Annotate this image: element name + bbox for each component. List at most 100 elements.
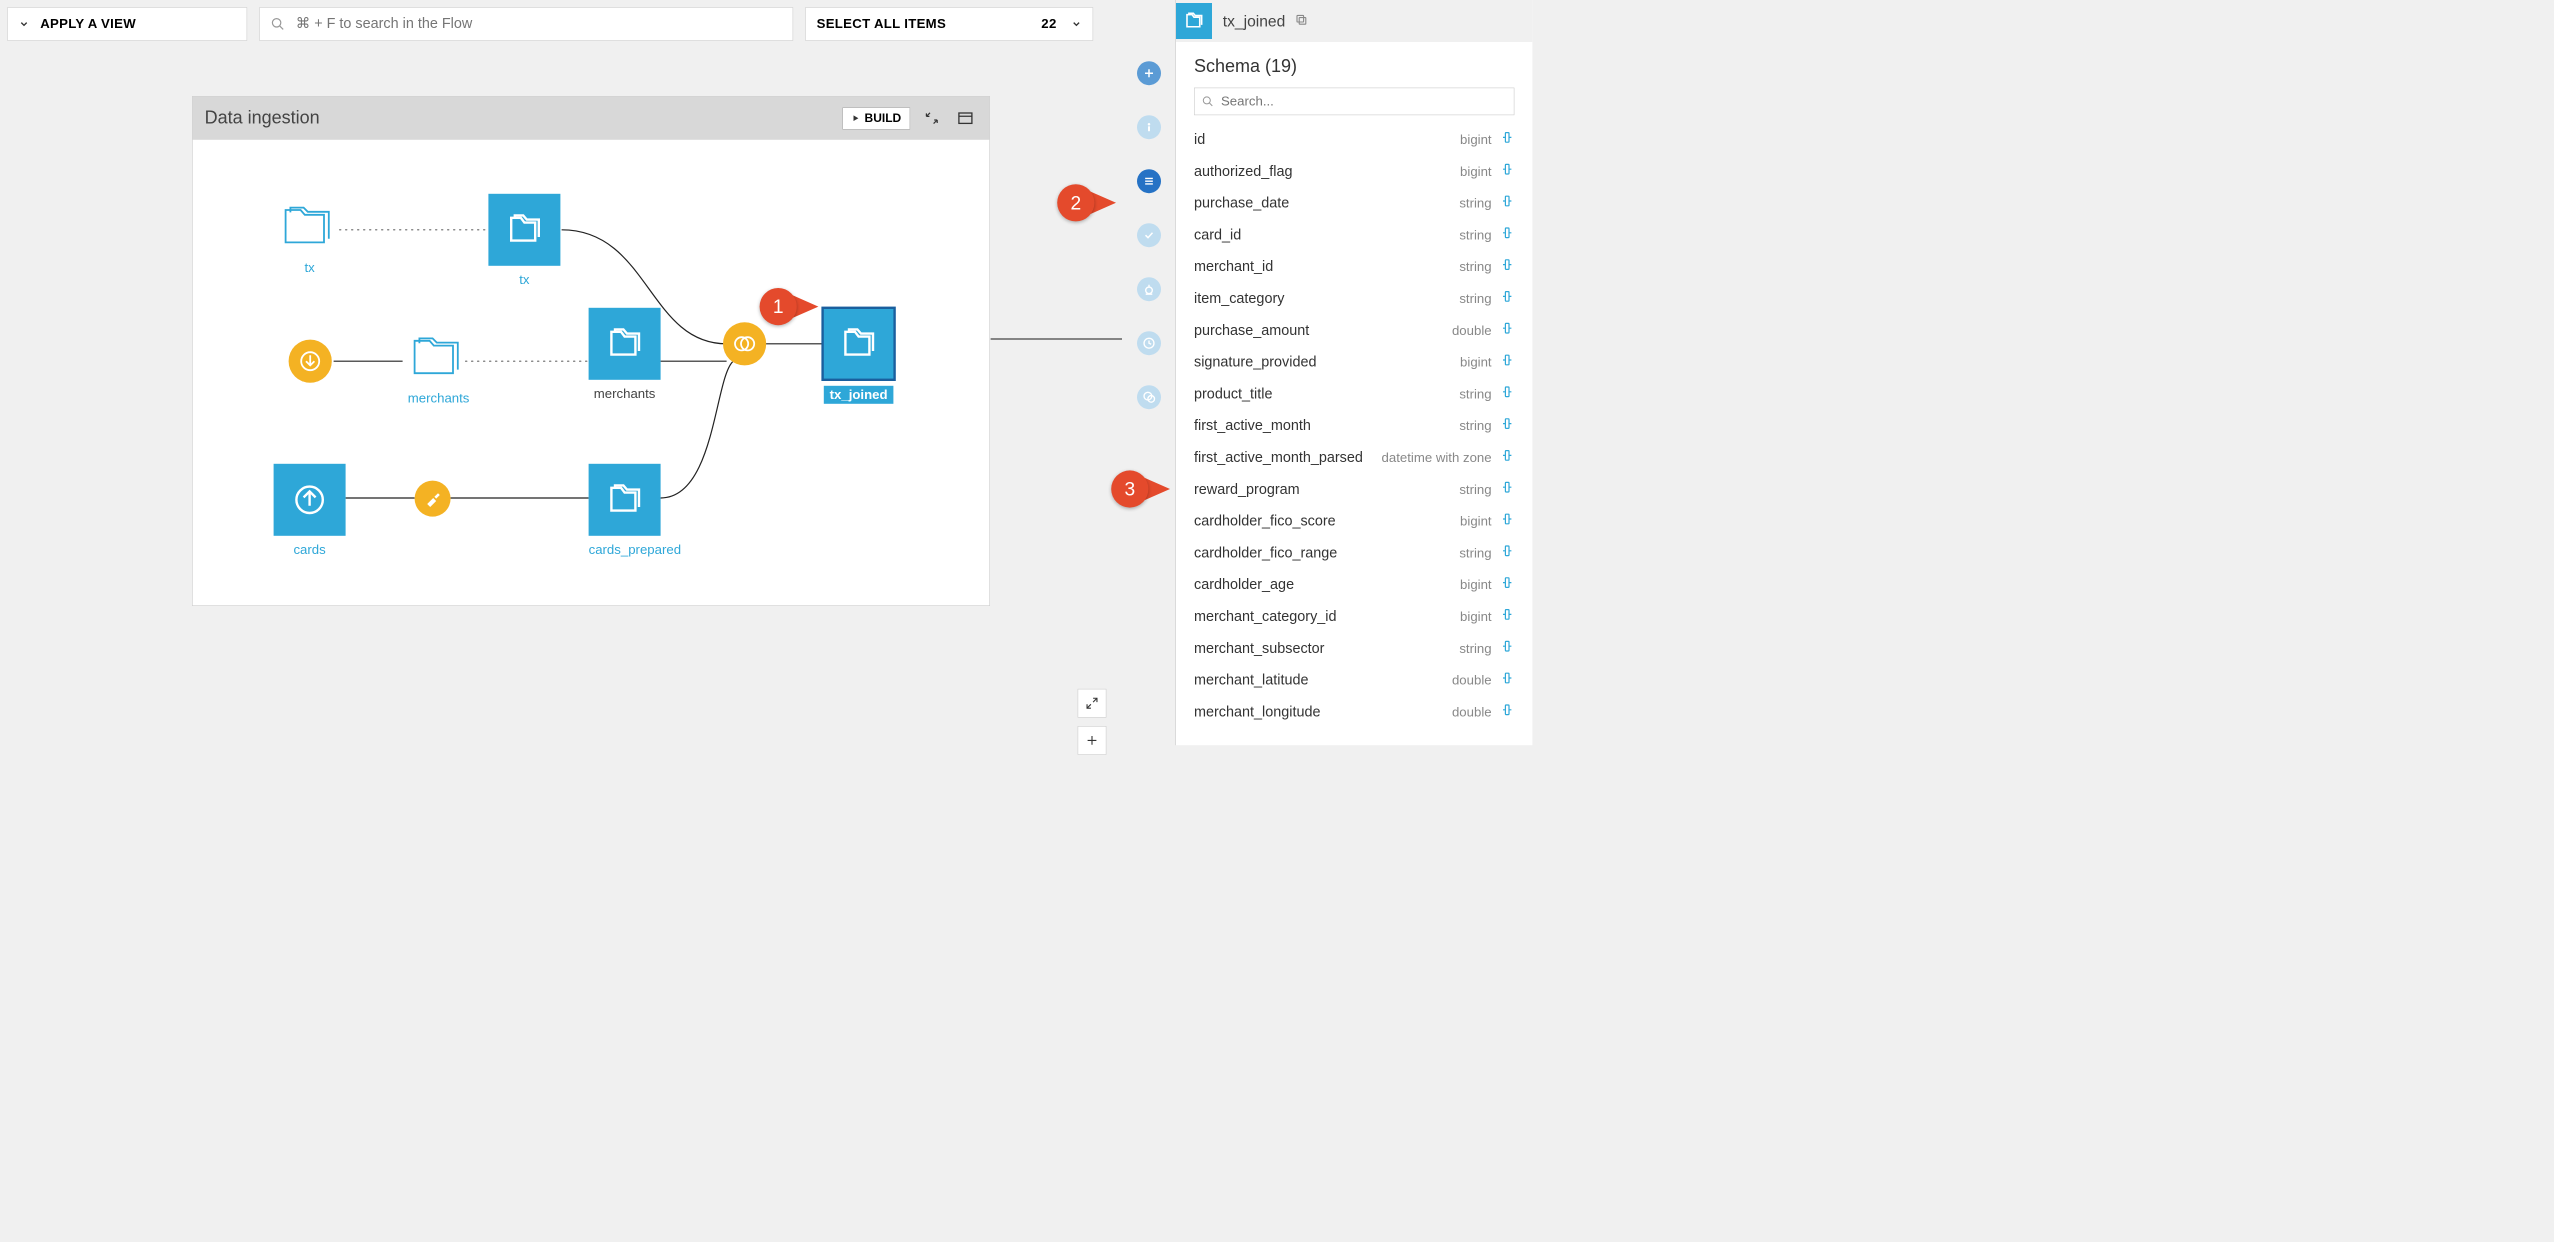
expand-icon [1085, 697, 1098, 710]
schema-column-row[interactable]: reward_programstring [1194, 473, 1514, 505]
schema-column-row[interactable]: purchase_amountdouble [1194, 314, 1514, 346]
column-action-icon[interactable] [1500, 194, 1514, 213]
column-action-icon[interactable] [1500, 226, 1514, 245]
zone-title: Data ingestion [205, 108, 843, 128]
folder-node-tx[interactable]: tx [277, 200, 343, 276]
flow-zone: Data ingestion BUILD tx [192, 96, 990, 606]
column-action-icon[interactable] [1500, 639, 1514, 658]
zoom-in-button[interactable] [1078, 726, 1107, 755]
schema-column-row[interactable]: first_active_month_parseddatetime with z… [1194, 442, 1514, 474]
column-action-icon[interactable] [1500, 321, 1514, 340]
column-action-icon[interactable] [1500, 257, 1514, 276]
build-label: BUILD [865, 111, 902, 125]
schema-column-row[interactable]: cardholder_agebigint [1194, 569, 1514, 601]
schema-column-row[interactable]: merchant_category_idbigint [1194, 601, 1514, 633]
column-action-icon[interactable] [1500, 289, 1514, 308]
dataset-node-cards[interactable]: cards [274, 464, 346, 558]
schema-column-row[interactable]: purchase_datestring [1194, 187, 1514, 219]
build-button[interactable]: BUILD [842, 107, 910, 129]
column-action-icon[interactable] [1500, 130, 1514, 149]
schema-column-row[interactable]: cardholder_fico_scorebigint [1194, 505, 1514, 537]
column-action-icon[interactable] [1500, 575, 1514, 594]
column-action-icon[interactable] [1500, 385, 1514, 404]
clock-icon [1142, 337, 1155, 350]
column-action-icon[interactable] [1500, 607, 1514, 626]
node-label: cards_prepared [589, 542, 681, 558]
dataset-icon [823, 308, 895, 380]
column-action-icon[interactable] [1500, 512, 1514, 531]
flow-canvas[interactable]: tx tx merchants merchants [193, 140, 990, 606]
column-action-icon[interactable] [1500, 703, 1514, 722]
column-action-icon[interactable] [1500, 162, 1514, 181]
schema-column-row[interactable]: cardholder_fico_rangestring [1194, 537, 1514, 569]
schema-column-row[interactable]: merchant_longitudedouble [1194, 696, 1514, 728]
rail-lab-button[interactable] [1137, 277, 1161, 301]
column-action-icon[interactable] [1500, 544, 1514, 563]
collapse-zone-button[interactable] [920, 106, 944, 130]
column-type: bigint [1460, 577, 1492, 593]
schema-column-row[interactable]: merchant_latitudedouble [1194, 664, 1514, 696]
schema-column-row[interactable]: first_active_monthstring [1194, 410, 1514, 442]
column-type: bigint [1460, 609, 1492, 625]
dataset-node-tx-joined[interactable]: tx_joined [823, 308, 895, 404]
rail-schema-button[interactable] [1137, 169, 1161, 193]
column-type: string [1459, 227, 1491, 243]
flow-search-box[interactable] [259, 7, 793, 41]
apply-view-dropdown[interactable]: APPLY A VIEW [7, 7, 247, 41]
node-label: cards [274, 542, 346, 558]
node-label: tx [488, 272, 560, 288]
node-label: tx_joined [824, 386, 894, 404]
column-action-icon[interactable] [1500, 448, 1514, 467]
recipe-join[interactable] [723, 322, 766, 365]
column-type: double [1452, 672, 1492, 688]
recipe-download[interactable] [289, 340, 332, 383]
schema-column-row[interactable]: signature_providedbigint [1194, 346, 1514, 378]
dataset-node-tx[interactable]: tx [488, 194, 560, 288]
schema-search-box[interactable] [1194, 88, 1514, 116]
flow-search-input[interactable] [296, 16, 782, 33]
column-type: string [1459, 291, 1491, 307]
maximize-zone-button[interactable] [953, 106, 977, 130]
folder-node-merchants[interactable]: merchants [406, 331, 472, 407]
node-label: merchants [406, 391, 472, 407]
column-name: item_category [1194, 290, 1459, 307]
rail-discuss-button[interactable] [1137, 385, 1161, 409]
schema-column-row[interactable]: product_titlestring [1194, 378, 1514, 410]
column-name: id [1194, 131, 1460, 148]
dataset-icon [589, 464, 661, 536]
recipe-prepare[interactable] [415, 481, 451, 517]
dataset-node-merchants[interactable]: merchants [589, 308, 661, 402]
copy-name-button[interactable] [1295, 13, 1308, 29]
schema-column-row[interactable]: item_categorystring [1194, 283, 1514, 315]
select-all-items-dropdown[interactable]: SELECT ALL ITEMS 22 [805, 7, 1093, 41]
folder-icon [406, 331, 466, 385]
schema-column-row[interactable]: merchant_idstring [1194, 251, 1514, 283]
dataset-node-cards-prepared[interactable]: cards_prepared [589, 464, 681, 558]
column-action-icon[interactable] [1500, 480, 1514, 499]
rail-history-button[interactable] [1137, 331, 1161, 355]
rail-add-button[interactable] [1137, 61, 1161, 85]
column-name: cardholder_age [1194, 576, 1460, 593]
column-type: bigint [1460, 132, 1492, 148]
select-all-count: 22 [1041, 16, 1056, 32]
column-type: datetime with zone [1382, 450, 1492, 466]
column-name: merchant_longitude [1194, 704, 1452, 721]
callout-number: 3 [1111, 470, 1148, 507]
schema-column-row[interactable]: idbigint [1194, 124, 1514, 156]
column-name: cardholder_fico_score [1194, 513, 1460, 530]
expand-canvas-button[interactable] [1078, 689, 1107, 718]
rail-info-button[interactable] [1137, 115, 1161, 139]
rail-status-button[interactable] [1137, 223, 1161, 247]
column-action-icon[interactable] [1500, 671, 1514, 690]
schema-column-row[interactable]: merchant_subsectorstring [1194, 632, 1514, 664]
join-icon [723, 322, 766, 365]
schema-search-input[interactable] [1221, 94, 1507, 110]
schema-column-row[interactable]: card_idstring [1194, 219, 1514, 251]
chevron-down-icon [19, 19, 30, 30]
check-icon [1143, 229, 1155, 241]
column-name: authorized_flag [1194, 163, 1460, 180]
schema-column-row[interactable]: authorized_flagbigint [1194, 155, 1514, 187]
column-action-icon[interactable] [1500, 416, 1514, 435]
chevron-down-icon [1071, 19, 1082, 30]
column-action-icon[interactable] [1500, 353, 1514, 372]
